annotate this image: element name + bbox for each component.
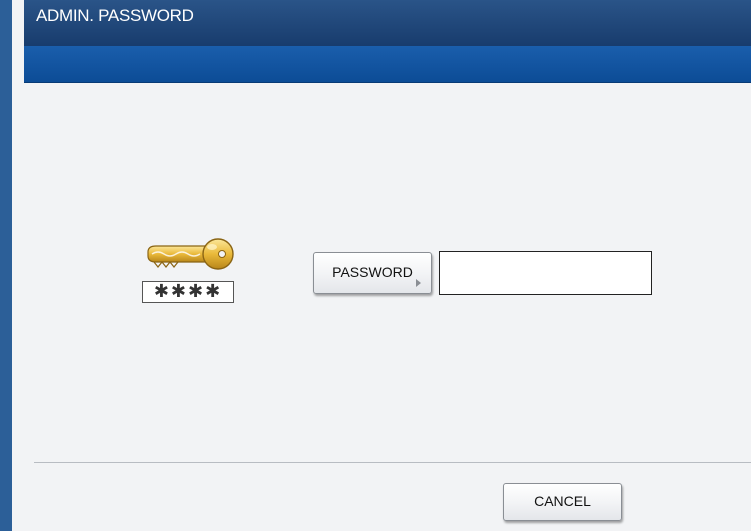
password-button-label: PASSWORD xyxy=(332,264,413,280)
header-bar xyxy=(24,46,751,83)
password-field[interactable] xyxy=(439,251,652,295)
arrow-right-icon xyxy=(416,279,421,287)
admin-password-window: ADMIN. PASSWORD ✱✱✱✱ PASSWORD CANCEL xyxy=(0,0,751,531)
title-bar: ADMIN. PASSWORD xyxy=(24,0,751,47)
cancel-button[interactable]: CANCEL xyxy=(503,483,622,521)
window-title: ADMIN. PASSWORD xyxy=(36,6,194,25)
masked-pin-display: ✱✱✱✱ xyxy=(142,281,234,303)
password-button[interactable]: PASSWORD xyxy=(313,252,432,294)
footer-divider xyxy=(34,462,751,463)
